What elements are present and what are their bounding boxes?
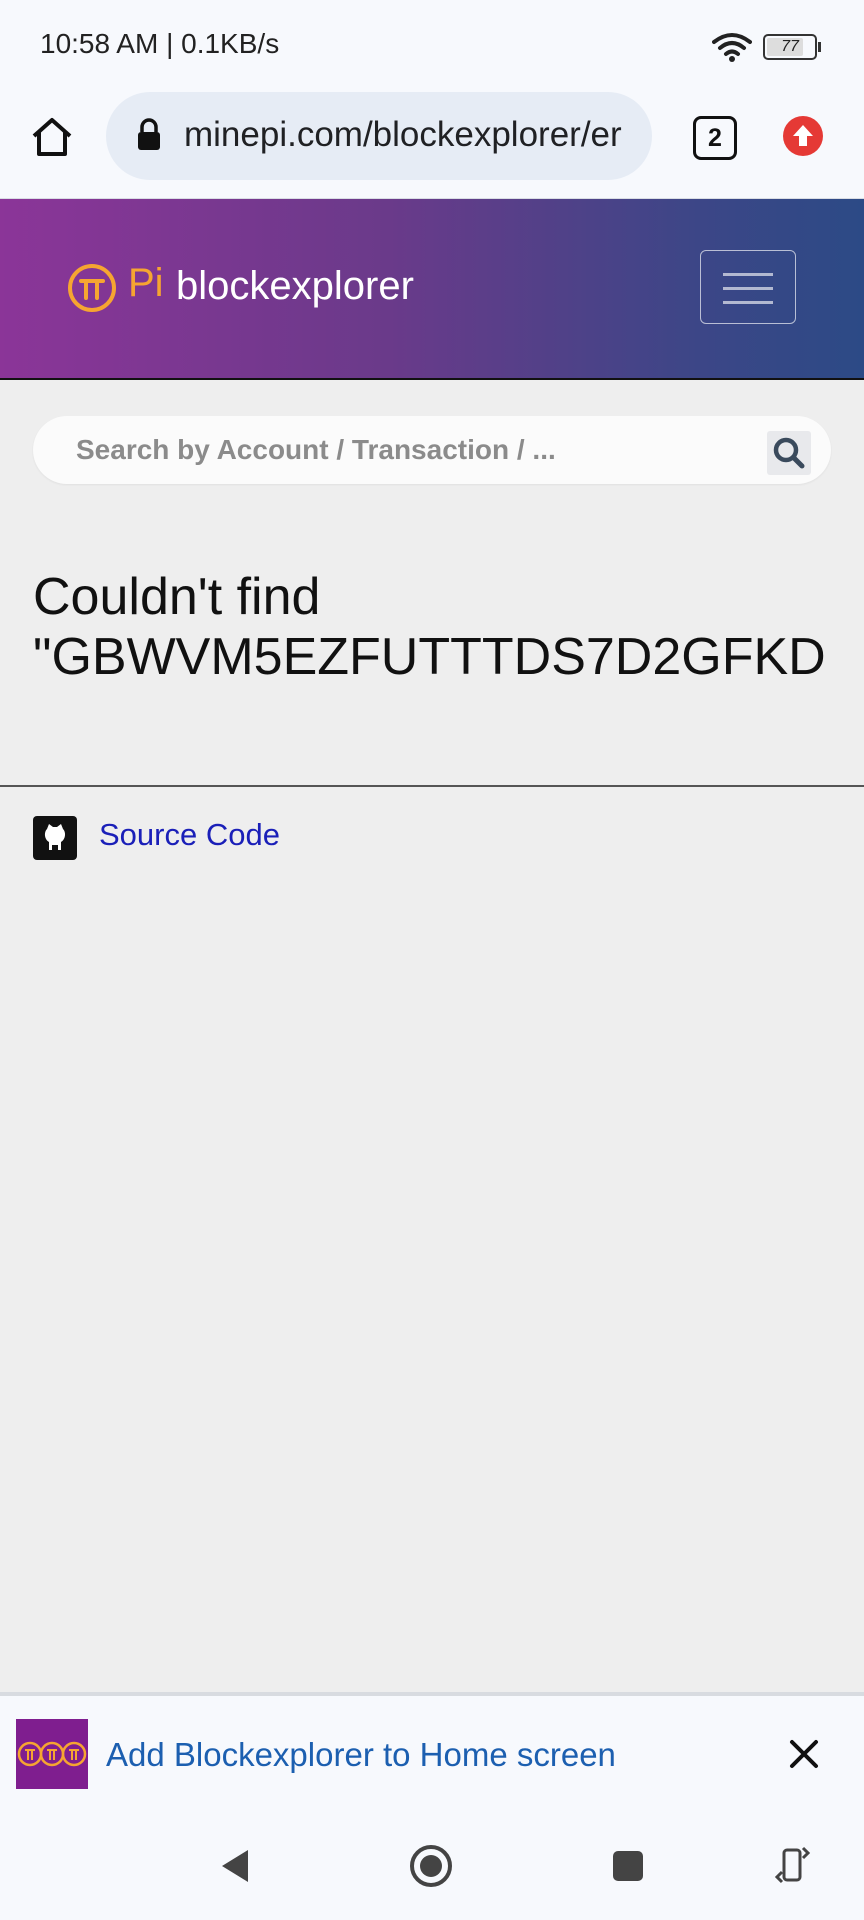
search-button[interactable]	[767, 431, 811, 475]
recents-icon[interactable]	[610, 1848, 646, 1884]
menu-toggle-button[interactable]	[700, 250, 796, 324]
pi-logo-icon[interactable]	[66, 262, 118, 314]
lock-icon	[138, 118, 160, 150]
rotate-icon[interactable]	[772, 1842, 812, 1888]
logo-pi-text[interactable]: Pi	[128, 261, 164, 306]
add-to-home-text[interactable]: Add Blockexplorer to Home screen	[106, 1736, 616, 1774]
wifi-icon	[712, 33, 752, 62]
not-found-line-1: Couldn't find	[33, 568, 321, 626]
close-icon[interactable]	[784, 1734, 824, 1774]
back-icon[interactable]	[216, 1846, 252, 1886]
source-code-link[interactable]: Source Code	[99, 817, 280, 853]
status-time: 10:58 AM | 0.1KB/s	[40, 28, 280, 59]
search-icon	[773, 437, 805, 469]
battery-level: 77	[781, 38, 799, 55]
home-circle-icon[interactable]	[408, 1843, 454, 1889]
tabs-icon[interactable]: 2	[693, 116, 737, 160]
not-found-query: "GBWVM5EZFUTTTDS7D2GFKD	[33, 628, 826, 686]
footer-divider	[0, 785, 864, 787]
github-icon[interactable]	[33, 816, 77, 860]
update-icon[interactable]	[783, 116, 823, 156]
blockexplorer-app-icon[interactable]	[16, 1719, 88, 1789]
home-icon[interactable]	[30, 116, 74, 158]
url-text[interactable]: minepi.com/blockexplorer/er	[184, 115, 636, 155]
search-input[interactable]	[76, 426, 746, 474]
battery-icon: 77	[763, 34, 821, 60]
not-found-heading: Couldn't find "GBWVM5EZFUTTTDS7D2GFKD	[33, 567, 864, 687]
logo-blockexplorer-text[interactable]: blockexplorer	[176, 264, 414, 309]
